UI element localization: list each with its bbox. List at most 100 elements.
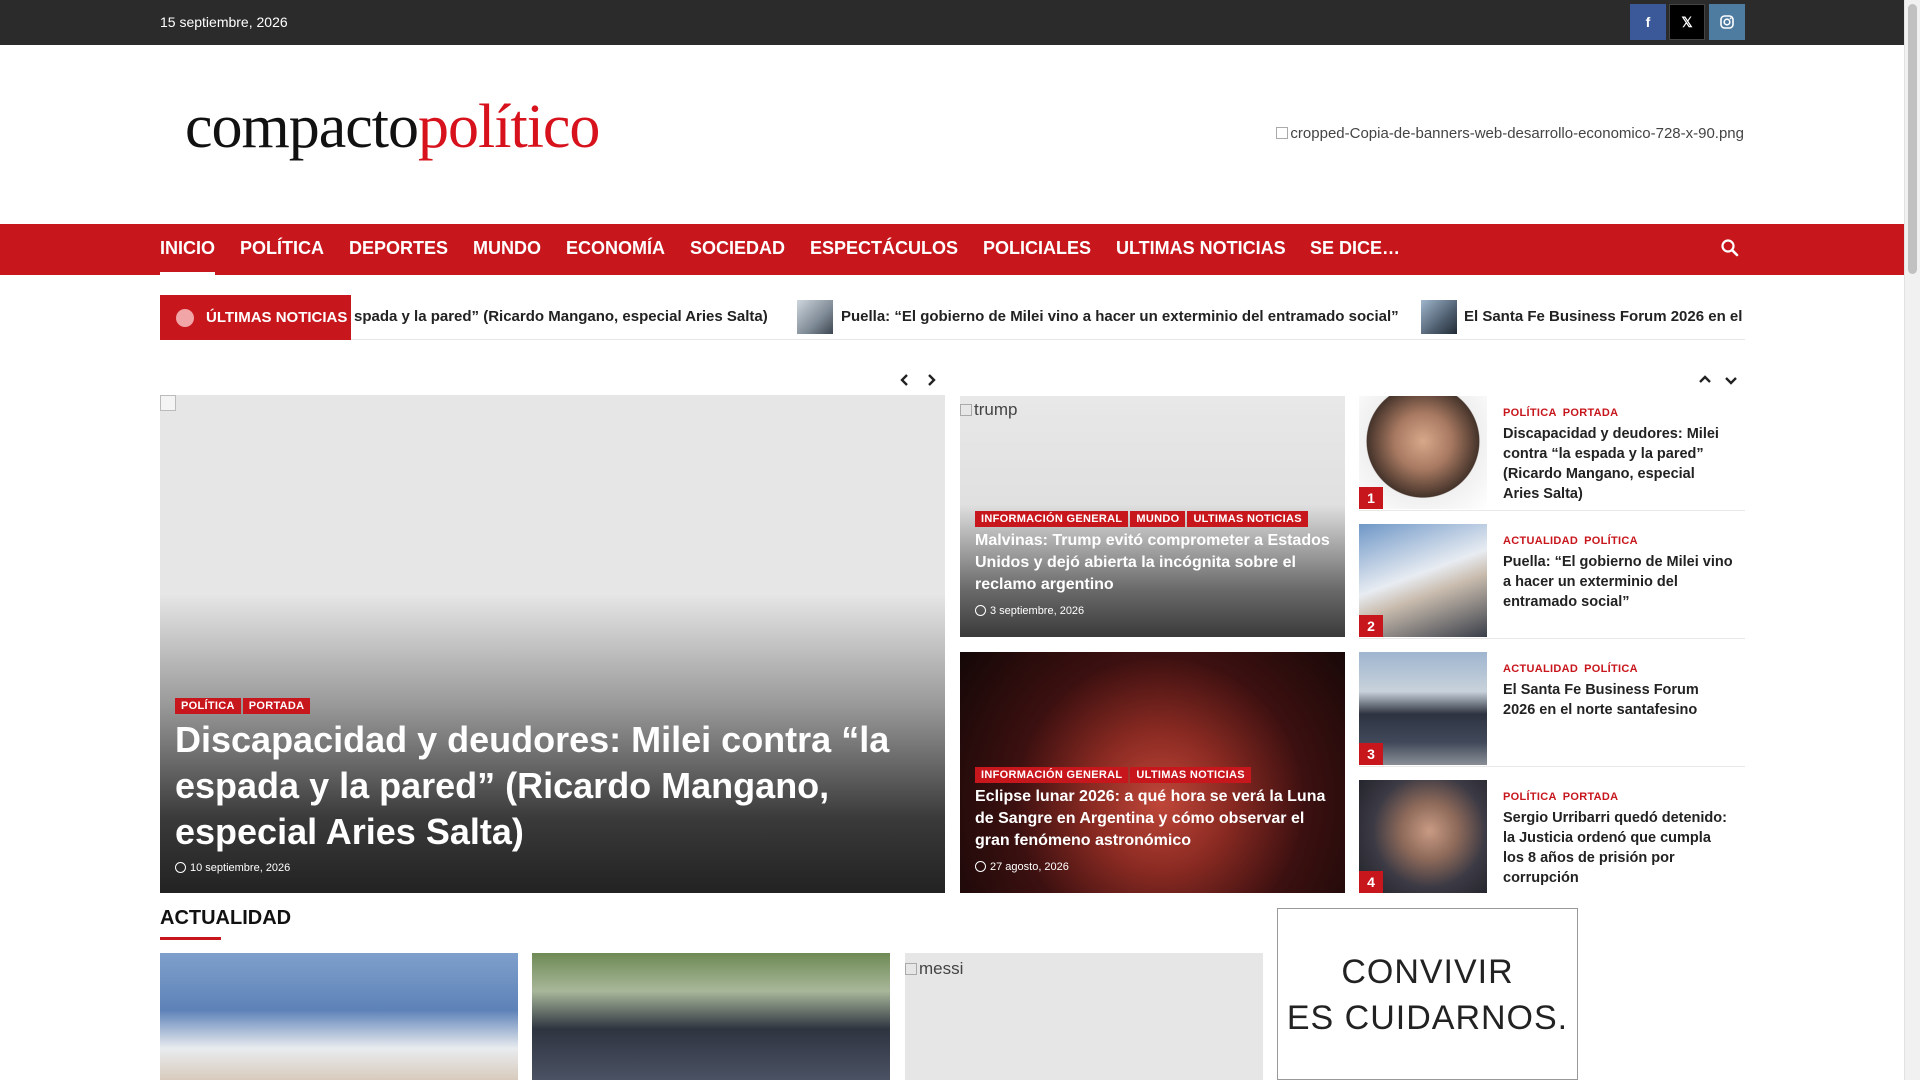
ticker-thumbnail[interactable]: [1421, 300, 1457, 334]
ranked-item-categories: POLÍTICA PORTADA: [1503, 791, 1624, 803]
rank-number: 1: [1359, 487, 1383, 509]
nav-ultimas-noticias[interactable]: ULTIMAS NOTICIAS: [1116, 238, 1286, 259]
slider-next-arrow-icon[interactable]: [921, 370, 941, 390]
nav-sociedad[interactable]: SOCIEDAD: [690, 238, 785, 259]
list-down-arrow-icon[interactable]: [1721, 370, 1741, 390]
section-card-alt-text: messi: [919, 959, 964, 978]
mid-story-categories: INFORMACIÓN GENERAL ULTIMAS NOTICIAS: [975, 765, 1253, 783]
main-story-categories: POLÍTICA PORTADA: [175, 696, 312, 714]
mid-story-date-text: 27 agosto, 2026: [990, 861, 1069, 873]
clock-icon: [975, 605, 986, 616]
category-link[interactable]: ACTUALIDAD: [1503, 663, 1578, 675]
scrollbar-thumb[interactable]: [1908, 4, 1917, 274]
search-icon[interactable]: [1720, 238, 1744, 262]
rank-number: 4: [1359, 871, 1383, 893]
live-dot-icon: [176, 308, 194, 327]
section-card-image[interactable]: messi: [905, 953, 1263, 1080]
nav-politica[interactable]: POLÍTICA: [240, 238, 324, 259]
x-icon[interactable]: 𝕏: [1669, 4, 1705, 40]
ranked-item-title[interactable]: Sergio Urribarri quedó detenido: la Just…: [1503, 808, 1733, 888]
page-scrollbar[interactable]: [1904, 0, 1920, 1080]
main-featured-story[interactable]: POLÍTICA PORTADA Discapacidad y deudores:…: [160, 395, 945, 893]
current-date: 15 septiembre, 2026: [160, 14, 288, 30]
ticker-item[interactable]: spada y la pared” (Ricardo Mangano, espe…: [354, 308, 768, 325]
logo-text-politico: político: [418, 93, 600, 161]
ad-line-1: CONVIVIR: [1341, 953, 1514, 991]
ranked-item-thumbnail[interactable]: 3: [1359, 652, 1487, 765]
rank-number: 3: [1359, 743, 1383, 765]
ranked-list-item[interactable]: 4 POLÍTICA PORTADA Sergio Urribarri quedó…: [1359, 780, 1745, 895]
ranked-item-thumbnail[interactable]: 1: [1359, 396, 1487, 509]
mid-story-categories: INFORMACIÓN GENERAL MUNDO ULTIMAS NOTICIAS: [975, 509, 1310, 527]
section-card-image[interactable]: [160, 953, 518, 1080]
category-badge[interactable]: ULTIMAS NOTICIAS: [1130, 767, 1251, 783]
mid-story-title[interactable]: Eclipse lunar 2026: a qué hora se verá l…: [975, 786, 1335, 852]
facebook-icon[interactable]: f: [1630, 4, 1666, 40]
ticker-thumbnail[interactable]: [797, 300, 833, 334]
broken-image-icon: [905, 963, 917, 975]
nav-economia[interactable]: ECONOMÍA: [566, 238, 665, 259]
category-badge[interactable]: ULTIMAS NOTICIAS: [1187, 511, 1308, 527]
ranked-item-title[interactable]: El Santa Fe Business Forum 2026 en el no…: [1503, 680, 1733, 720]
mid-story-date: 3 septiembre, 2026: [975, 605, 1084, 617]
mid-story-card[interactable]: INFORMACIÓN GENERAL ULTIMAS NOTICIAS Ecli…: [960, 652, 1345, 893]
category-link[interactable]: PORTADA: [1563, 791, 1619, 803]
story-image-alt: trump: [974, 400, 1018, 419]
slider-prev-arrow-icon[interactable]: [895, 370, 915, 390]
story-image: trump: [960, 400, 1017, 420]
category-link[interactable]: POLÍTICA: [1584, 663, 1638, 675]
main-story-date: 10 septiembre, 2026: [175, 862, 290, 874]
ranked-list-item[interactable]: 2 ACTUALIDAD POLÍTICA Puella: “El gobiern…: [1359, 524, 1745, 639]
ranked-item-categories: ACTUALIDAD POLÍTICA: [1503, 663, 1644, 675]
category-badge[interactable]: POLÍTICA: [175, 698, 241, 714]
sidebar-ad-banner[interactable]: CONVIVIR ES CUIDARNOS.: [1277, 908, 1578, 1080]
header-banner[interactable]: cropped-Copia-de-banners-web-desarrollo-…: [1244, 125, 1744, 142]
section-title-underline: [160, 937, 221, 940]
mid-story-date-text: 3 septiembre, 2026: [990, 605, 1085, 617]
category-link[interactable]: POLÍTICA: [1503, 791, 1557, 803]
clock-icon: [975, 861, 986, 872]
ticker-item[interactable]: El Santa Fe Business Forum 2026 en el no: [1464, 308, 1745, 325]
main-story-title[interactable]: Discapacidad y deudores: Milei contra “l…: [175, 717, 915, 855]
category-badge[interactable]: PORTADA: [242, 698, 311, 714]
section-card-alt: messi: [905, 959, 963, 979]
nav-policiales[interactable]: POLICIALES: [983, 238, 1091, 259]
header-banner-alt: cropped-Copia-de-banners-web-desarrollo-…: [1290, 125, 1744, 142]
ranked-item-thumbnail[interactable]: 2: [1359, 524, 1487, 637]
main-story-date-text: 10 septiembre, 2026: [190, 862, 291, 874]
ranked-list-item[interactable]: 1 POLÍTICA PORTADA Discapacidad y deudore…: [1359, 396, 1745, 511]
category-badge[interactable]: INFORMACIÓN GENERAL: [975, 511, 1129, 527]
broken-image-icon: [960, 404, 972, 416]
mid-story-card[interactable]: trump INFORMACIÓN GENERAL MUNDO ULTIMAS NO…: [960, 396, 1345, 637]
mid-story-date: 27 agosto, 2026: [975, 861, 1069, 873]
site-logo[interactable]: compactopolítico: [185, 92, 600, 162]
nav-deportes[interactable]: DEPORTES: [349, 238, 448, 259]
nav-mundo[interactable]: MUNDO: [473, 238, 541, 259]
clock-icon: [175, 862, 186, 873]
nav-inicio[interactable]: INICIO: [160, 238, 216, 275]
ranked-item-categories: ACTUALIDAD POLÍTICA: [1503, 535, 1644, 547]
ranked-item-thumbnail[interactable]: 4: [1359, 780, 1487, 893]
nav-espectaculos[interactable]: ESPECTÁCULOS: [810, 238, 958, 259]
section-title: ACTUALIDAD: [160, 907, 292, 929]
ranked-item-title[interactable]: Discapacidad y deudores: Milei contra “l…: [1503, 424, 1733, 504]
ticker-label: ÚLTIMAS NOTICIAS: [160, 295, 351, 340]
ranked-list-item[interactable]: 3 ACTUALIDAD POLÍTICA El Santa Fe Busines…: [1359, 652, 1745, 767]
category-link[interactable]: PORTADA: [1563, 407, 1619, 419]
ticker-label-text: ÚLTIMAS NOTICIAS: [206, 309, 348, 326]
nav-se-dice[interactable]: SE DICE…: [1310, 238, 1400, 259]
instagram-icon[interactable]: [1709, 4, 1745, 40]
broken-image-icon: [1276, 127, 1289, 139]
category-link[interactable]: POLÍTICA: [1584, 535, 1638, 547]
section-card-image[interactable]: [532, 953, 890, 1080]
category-link[interactable]: ACTUALIDAD: [1503, 535, 1578, 547]
ranked-item-title[interactable]: Puella: “El gobierno de Milei vino a hac…: [1503, 552, 1733, 612]
ranked-item-categories: POLÍTICA PORTADA: [1503, 407, 1624, 419]
list-up-arrow-icon[interactable]: [1695, 370, 1715, 390]
ticker-item[interactable]: Puella: “El gobierno de Milei vino a hac…: [841, 308, 1399, 325]
rank-number: 2: [1359, 615, 1383, 637]
mid-story-title[interactable]: Malvinas: Trump evitó comprometer a Esta…: [975, 530, 1335, 596]
category-link[interactable]: POLÍTICA: [1503, 407, 1557, 419]
category-badge[interactable]: INFORMACIÓN GENERAL: [975, 767, 1129, 783]
category-badge[interactable]: MUNDO: [1130, 511, 1186, 527]
